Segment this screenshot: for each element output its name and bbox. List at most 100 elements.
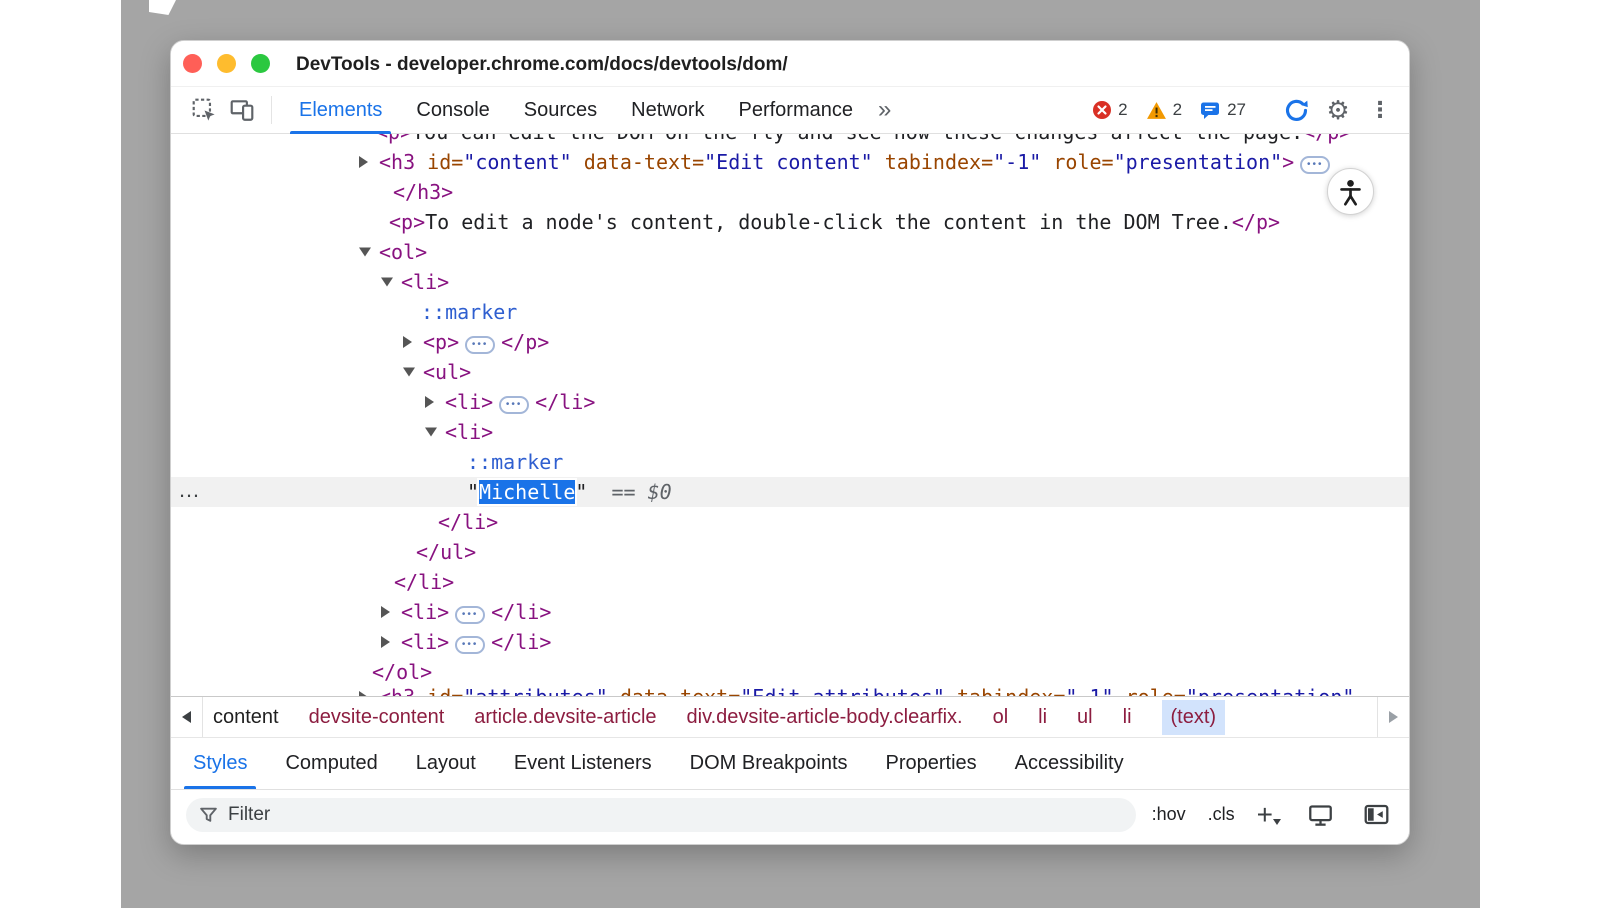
breadcrumb-content[interactable]: content: [213, 706, 279, 729]
dom-tree-row[interactable]: <li>•••</li>: [171, 627, 1409, 657]
edited-text-selection[interactable]: Michelle: [479, 480, 575, 504]
inspect-element-button[interactable]: [185, 92, 223, 128]
dom-tree-row[interactable]: ::marker: [171, 297, 1409, 327]
warning-badge[interactable]: 2: [1141, 100, 1187, 120]
dom-tree-row[interactable]: <li>•••</li>: [171, 387, 1409, 417]
code-token: <ol>: [379, 240, 427, 264]
tab-styles[interactable]: Styles: [174, 738, 266, 789]
inline-ellipsis-button[interactable]: •••: [455, 606, 485, 624]
twisty-expanded-icon[interactable]: [381, 278, 393, 287]
breadcrumb-ol[interactable]: ol: [993, 706, 1009, 729]
tab-network[interactable]: Network: [614, 87, 721, 133]
device-toolbar-icon: [229, 97, 255, 123]
inline-ellipsis-button[interactable]: •••: [455, 636, 485, 654]
code-token: </ol>: [372, 660, 432, 684]
code-token: <p>: [389, 210, 425, 234]
breadcrumb-li[interactable]: li: [1038, 706, 1047, 729]
dom-tree-line-content: <p>To edit a node's content, double-clic…: [171, 207, 1409, 237]
code-token: "presentation": [1114, 150, 1283, 174]
main-toolbar: ElementsConsoleSourcesNetworkPerformance…: [171, 87, 1409, 134]
dom-tree-row[interactable]: <li>•••</li>: [171, 597, 1409, 627]
code-token: </p>: [1232, 210, 1280, 234]
dom-tree-row[interactable]: <ol>: [171, 237, 1409, 267]
settings-button[interactable]: ⚙: [1321, 93, 1355, 127]
styles-filter-input[interactable]: Filter: [186, 798, 1136, 832]
code-token: ::marker: [467, 450, 563, 474]
code-token: [572, 150, 584, 174]
dom-tree-row[interactable]: <p>•••</p>: [171, 327, 1409, 357]
tab-layout[interactable]: Layout: [397, 738, 495, 789]
monitor-button[interactable]: [1303, 798, 1337, 832]
toggle-hover-state-button[interactable]: :hov: [1152, 804, 1186, 825]
breadcrumb-text[interactable]: (text): [1162, 700, 1226, 735]
dom-tree-row[interactable]: …"Michelle" == $0: [171, 477, 1409, 507]
dom-tree-row[interactable]: <h3 id="attributes" data-text="Edit attr…: [171, 682, 1409, 696]
dock-sidebar-icon: [1364, 803, 1389, 826]
tab-accessibility[interactable]: Accessibility: [996, 738, 1143, 789]
code-token: [587, 480, 611, 504]
twisty-collapsed-icon[interactable]: [403, 336, 412, 348]
inline-ellipsis-button[interactable]: •••: [465, 336, 495, 354]
breadcrumb-div-devsite-article-body-clearfix[interactable]: div.devsite-article-body.clearfix.: [687, 706, 963, 729]
twisty-collapsed-icon[interactable]: [381, 636, 390, 648]
code-token: <li>: [401, 600, 449, 624]
dom-tree-row[interactable]: <li>: [171, 417, 1409, 447]
breadcrumb-article-devsite-article[interactable]: article.devsite-article: [474, 706, 656, 729]
tab-computed[interactable]: Computed: [266, 738, 396, 789]
tab-console[interactable]: Console: [399, 87, 506, 133]
dom-tree-row[interactable]: ::marker: [171, 447, 1409, 477]
dom-tree-row[interactable]: </h3>: [171, 177, 1409, 207]
minimize-button[interactable]: [217, 54, 236, 73]
breadcrumb-devsite-content[interactable]: devsite-content: [309, 706, 445, 729]
device-toolbar-button[interactable]: [223, 92, 261, 128]
code-token: </p>: [1303, 134, 1351, 144]
zoom-button[interactable]: [251, 54, 270, 73]
tab-dom-breakpoints[interactable]: DOM Breakpoints: [671, 738, 867, 789]
tab-sources[interactable]: Sources: [507, 87, 614, 133]
close-button[interactable]: [183, 54, 202, 73]
inline-ellipsis-button[interactable]: •••: [1300, 156, 1330, 174]
dom-tree-row[interactable]: <li>: [171, 267, 1409, 297]
twisty-collapsed-icon[interactable]: [425, 396, 434, 408]
twisty-expanded-icon[interactable]: [425, 428, 437, 437]
twisty-expanded-icon[interactable]: [359, 248, 371, 257]
code-token: [873, 150, 885, 174]
twisty-collapsed-icon[interactable]: [359, 156, 368, 168]
breadcrumb-scroll-left-button[interactable]: [171, 697, 203, 737]
breadcrumb-scroll-right-button[interactable]: [1377, 697, 1409, 737]
new-style-rule-button[interactable]: +: [1257, 804, 1281, 826]
dom-tree-row[interactable]: </ul>: [171, 537, 1409, 567]
twisty-collapsed-icon[interactable]: [381, 606, 390, 618]
menu-button[interactable]: ⋮: [1363, 93, 1397, 127]
tab-properties[interactable]: Properties: [867, 738, 996, 789]
more-tabs-button[interactable]: »: [870, 96, 897, 124]
inline-ellipsis-button[interactable]: •••: [499, 396, 529, 414]
issues-badge[interactable]: 27: [1195, 100, 1251, 120]
tab-event-listeners[interactable]: Event Listeners: [495, 738, 671, 789]
code-token: ==: [612, 480, 648, 504]
twisty-expanded-icon[interactable]: [403, 368, 415, 377]
warning-count: 2: [1173, 100, 1182, 120]
code-token: data-text=: [620, 685, 740, 696]
error-badge[interactable]: 2: [1087, 100, 1132, 120]
code-token: </p>: [501, 330, 549, 354]
gear-icon: ⚙: [1326, 97, 1349, 123]
tab-performance[interactable]: Performance: [722, 87, 871, 133]
breadcrumb-li[interactable]: li: [1123, 706, 1132, 729]
row-overflow-dots: …: [178, 477, 200, 507]
dom-tree-row[interactable]: <ul>: [171, 357, 1409, 387]
toggle-classes-button[interactable]: .cls: [1208, 804, 1235, 825]
breadcrumb-ul[interactable]: ul: [1077, 706, 1093, 729]
dom-tree-row[interactable]: <p>You can edit the DOM on the fly and s…: [171, 134, 1409, 147]
dom-tree-line-content: </li>: [171, 507, 1409, 537]
dom-tree-row[interactable]: </li>: [171, 507, 1409, 537]
dom-tree-row[interactable]: </li>: [171, 567, 1409, 597]
dom-tree-row[interactable]: <p>To edit a node's content, double-clic…: [171, 207, 1409, 237]
dom-tree-row[interactable]: <h3 id="content" data-text="Edit content…: [171, 147, 1409, 177]
panel-tabs: ElementsConsoleSourcesNetworkPerformance: [282, 87, 870, 133]
tab-elements[interactable]: Elements: [282, 87, 399, 133]
accessibility-overlay-button[interactable]: [1327, 168, 1374, 215]
dock-sidebar-button[interactable]: [1359, 798, 1393, 832]
caret-down-icon: [1273, 819, 1281, 825]
sync-button[interactable]: [1279, 93, 1313, 127]
